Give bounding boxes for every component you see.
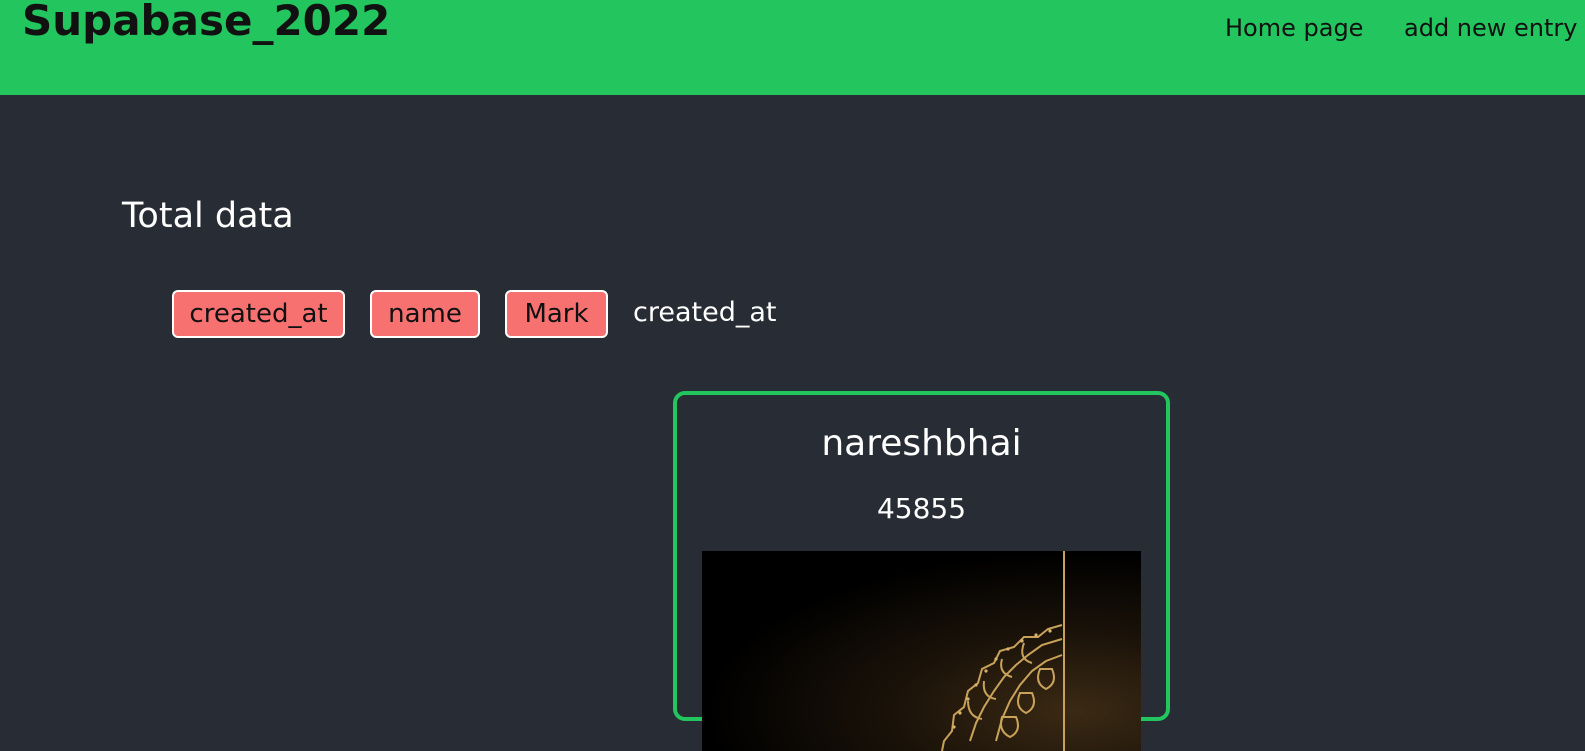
entry-card: nareshbhai 45855 — [673, 391, 1170, 751]
sort-by-name-button[interactable]: name — [370, 290, 480, 338]
nav-link-home-page[interactable]: Home page — [1225, 14, 1363, 42]
entry-mark: 45855 — [876, 492, 967, 525]
entry-name: nareshbhai — [821, 423, 1022, 464]
current-sort-label: created_at — [633, 297, 777, 328]
navbar: Supabase_2022 Home page add new entry — [0, 0, 1585, 95]
entry-image — [702, 551, 1141, 751]
mandala-artwork-icon — [941, 551, 1065, 751]
sort-by-created-at-button[interactable]: created_at — [172, 290, 345, 338]
sort-by-mark-button[interactable]: Mark — [505, 290, 608, 338]
brand-title: Supabase_2022 — [22, 0, 391, 45]
nav-link-add-new-entry[interactable]: add new entry — [1404, 14, 1578, 42]
page-title: Total data — [122, 196, 294, 236]
